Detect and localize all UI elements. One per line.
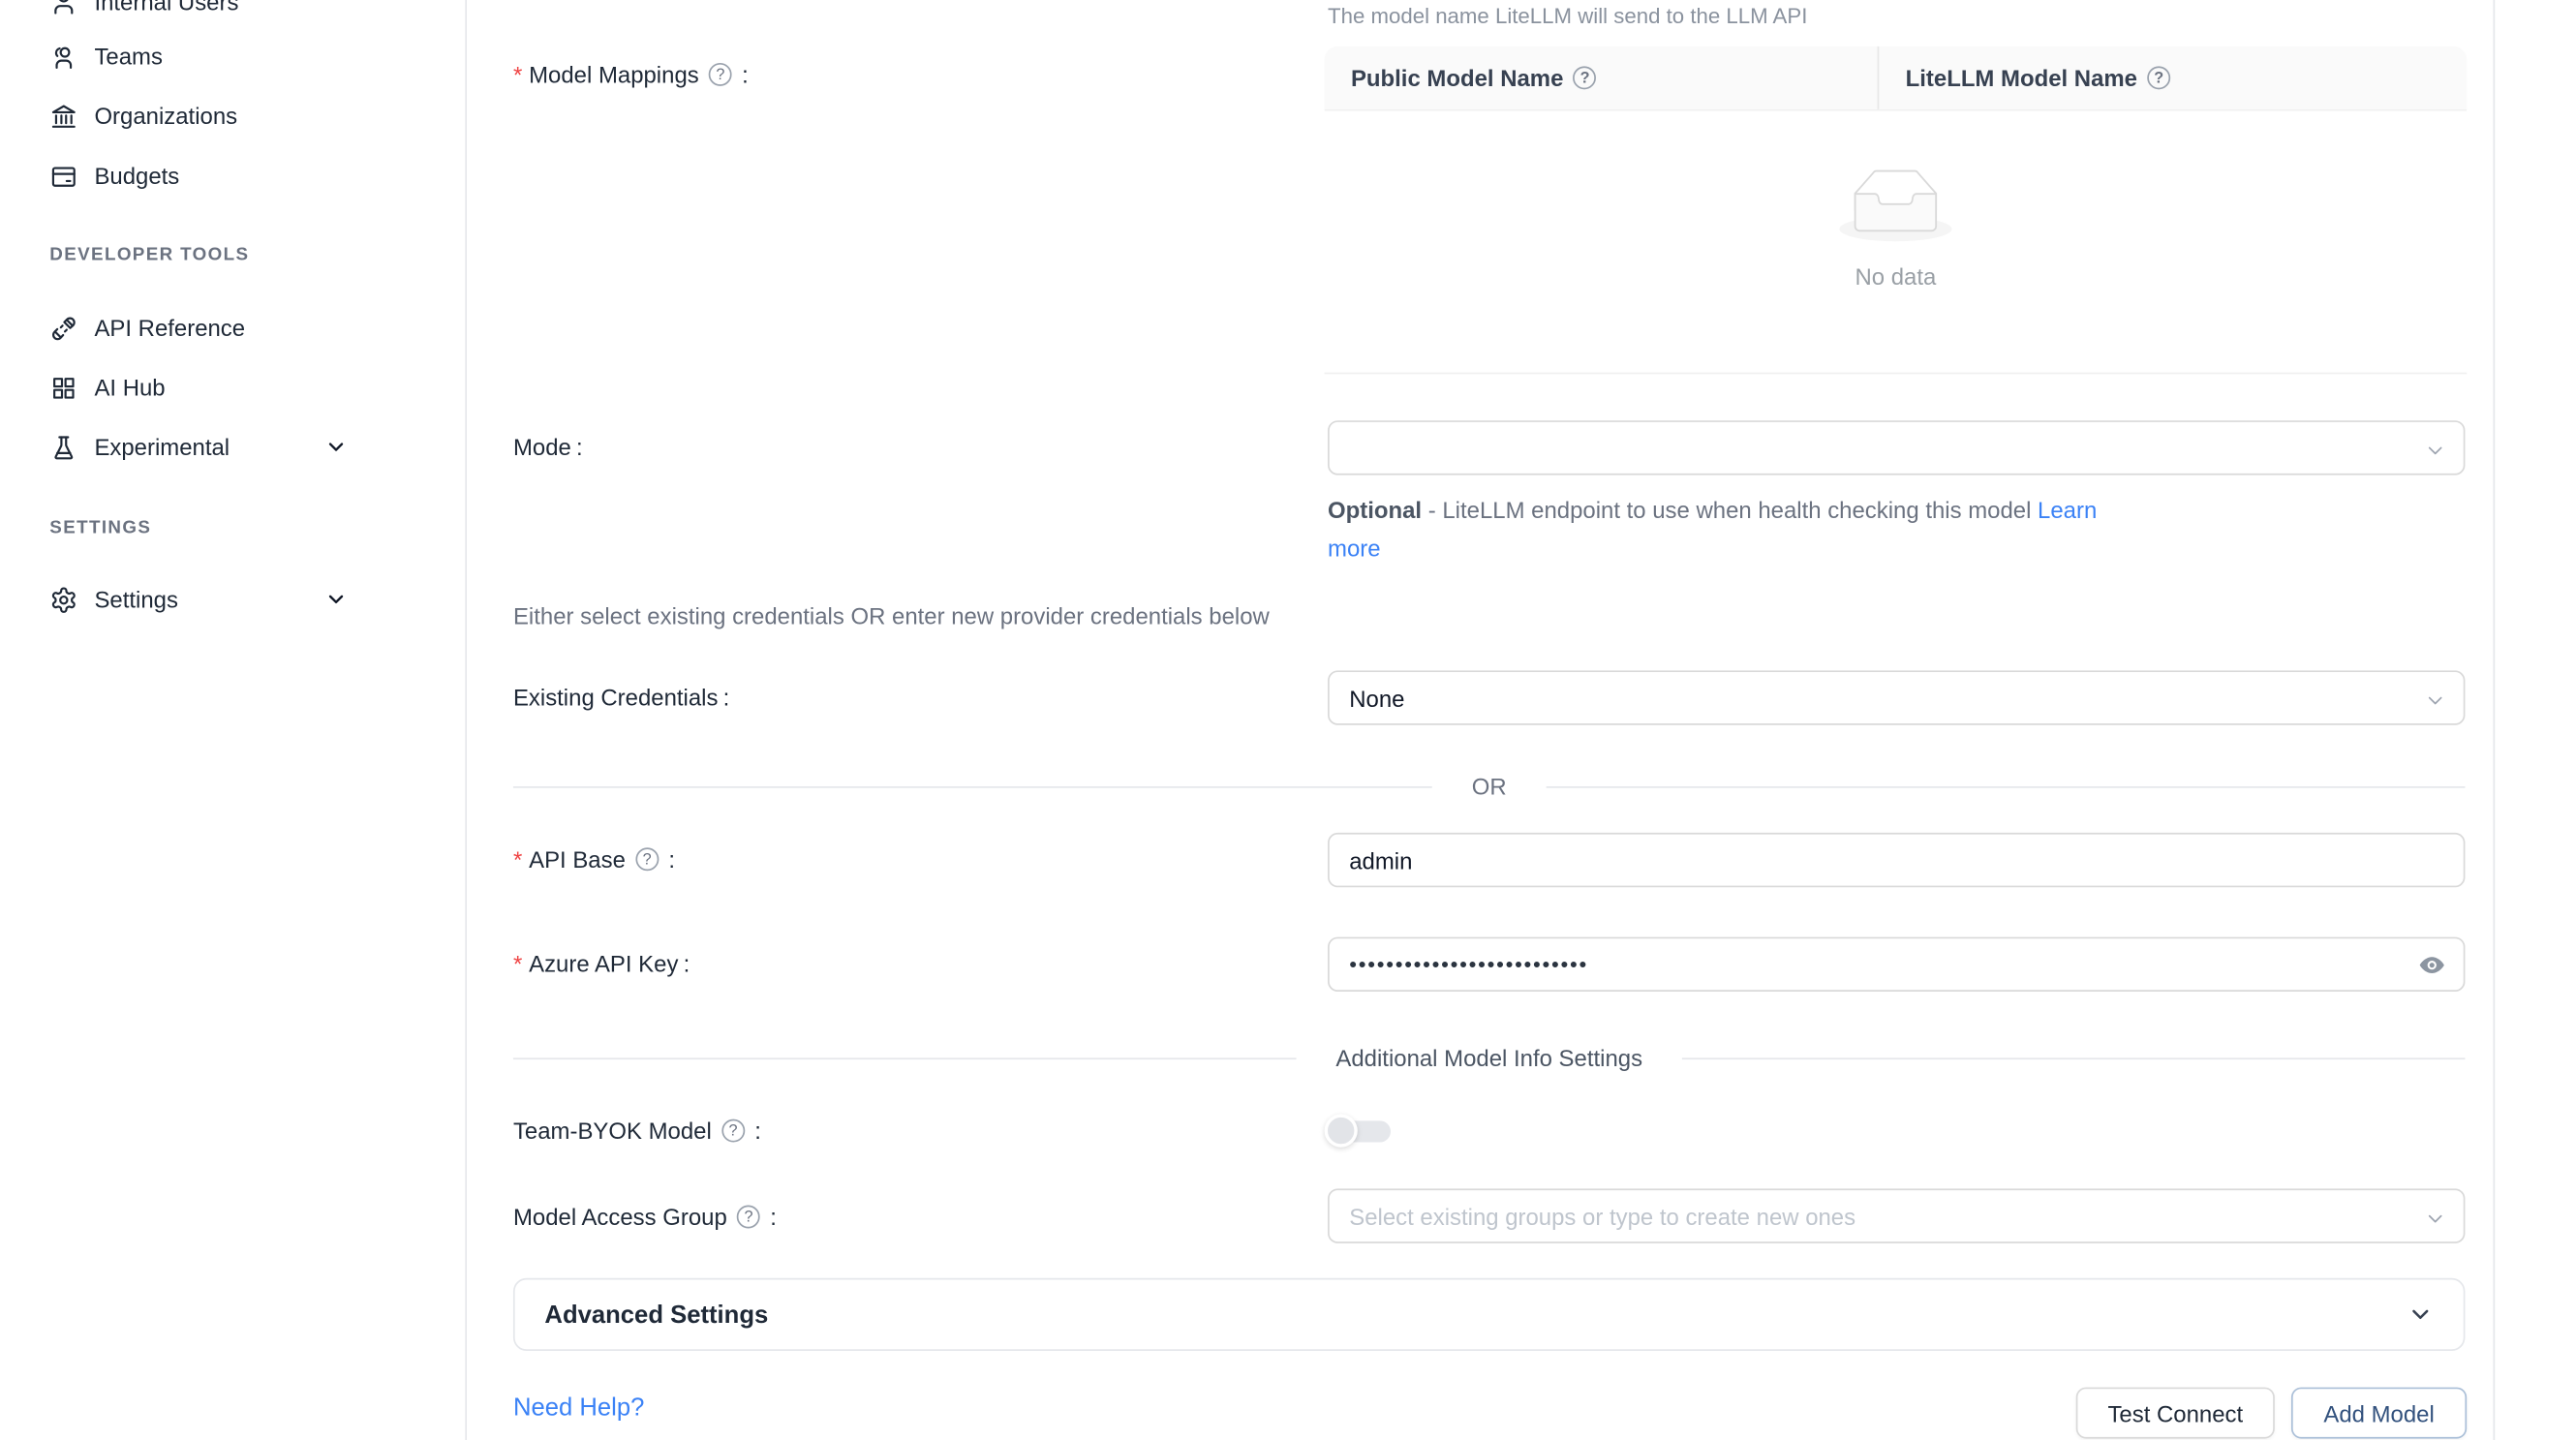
help-icon: ? xyxy=(635,847,659,871)
api-plug-icon xyxy=(49,314,77,342)
chevron-down-icon xyxy=(324,588,348,611)
existing-credentials-select[interactable]: None xyxy=(1328,670,2465,724)
test-connect-button[interactable]: Test Connect xyxy=(2076,1388,2275,1439)
help-icon: ? xyxy=(737,1206,760,1229)
sidebar-section-settings: SETTINGS xyxy=(49,518,151,538)
chevron-down-icon xyxy=(2425,1206,2445,1226)
model-name-help-text: The model name LiteLLM will send to the … xyxy=(1328,3,1807,28)
sidebar-item-api-reference[interactable]: API Reference xyxy=(14,303,438,352)
required-asterisk: * xyxy=(513,61,522,87)
grid-icon xyxy=(49,373,77,401)
gear-icon xyxy=(49,585,77,613)
required-asterisk: * xyxy=(513,846,522,873)
sidebar-item-ai-hub[interactable]: AI Hub xyxy=(14,362,438,412)
chevron-down-icon xyxy=(324,436,348,459)
add-model-button[interactable]: Add Model xyxy=(2291,1388,2467,1439)
existing-credentials-label: Existing Credentials : xyxy=(513,679,729,716)
help-icon: ? xyxy=(709,63,732,86)
sidebar-item-label: Organizations xyxy=(94,103,237,129)
empty-inbox-icon xyxy=(1839,169,1951,241)
help-icon: ? xyxy=(721,1119,745,1143)
user-icon xyxy=(49,0,77,15)
advanced-settings-title: Advanced Settings xyxy=(544,1301,768,1329)
app: Internal Users Teams Organizations Budge… xyxy=(0,0,2576,1440)
add-model-form: The model name LiteLLM will send to the … xyxy=(467,0,2495,1440)
chevron-down-icon xyxy=(2407,1302,2434,1328)
api-base-input[interactable]: admin xyxy=(1328,833,2465,887)
azure-api-key-input[interactable]: •••••••••••••••••••••••••• xyxy=(1328,937,2465,992)
table-header-row: Public Model Name ? LiteLLM Model Name ? xyxy=(1325,46,2468,111)
table-header-public-model-name: Public Model Name ? xyxy=(1325,46,1880,109)
sidebar-item-label: API Reference xyxy=(94,315,245,341)
sidebar-item-budgets[interactable]: Budgets xyxy=(14,151,438,200)
sidebar-item-label: Settings xyxy=(94,586,177,612)
sidebar-item-teams[interactable]: Teams xyxy=(14,31,438,80)
team-byok-toggle[interactable] xyxy=(1325,1115,1391,1148)
empty-state: No data xyxy=(1325,169,2468,290)
flask-icon xyxy=(49,433,77,461)
eye-icon[interactable] xyxy=(2417,949,2447,979)
no-data-text: No data xyxy=(1325,263,2468,290)
sidebar-item-label: Experimental xyxy=(94,434,230,460)
sidebar: Internal Users Teams Organizations Budge… xyxy=(0,0,467,1440)
sidebar-item-label: AI Hub xyxy=(94,374,165,400)
credit-card-icon xyxy=(49,162,77,190)
model-access-group-select[interactable]: Select existing groups or type to create… xyxy=(1328,1188,2465,1242)
masked-api-key: •••••••••••••••••••••••••• xyxy=(1349,952,1588,977)
sidebar-item-settings[interactable]: Settings xyxy=(14,574,438,624)
chevron-down-icon xyxy=(2425,438,2445,458)
team-byok-label: Team-BYOK Model ? : xyxy=(513,1113,761,1149)
mode-label: Mode : xyxy=(513,429,583,466)
advanced-settings-panel[interactable]: Advanced Settings xyxy=(513,1278,2466,1351)
sidebar-item-label: Internal Users xyxy=(94,0,238,15)
model-mappings-label: * Model Mappings ? : xyxy=(513,56,749,93)
need-help-link[interactable]: Need Help? xyxy=(513,1394,644,1422)
mode-help-text: Optional - LiteLLM endpoint to use when … xyxy=(1328,492,2119,568)
sidebar-item-internal-users[interactable]: Internal Users xyxy=(14,0,438,26)
sidebar-item-organizations[interactable]: Organizations xyxy=(14,91,438,140)
sidebar-item-experimental[interactable]: Experimental xyxy=(14,422,438,472)
bank-icon xyxy=(49,102,77,130)
mode-select[interactable] xyxy=(1328,420,2465,475)
required-asterisk: * xyxy=(513,950,522,976)
table-header-litellm-model-name: LiteLLM Model Name ? xyxy=(1879,46,2205,109)
credentials-note: Either select existing credentials OR en… xyxy=(513,602,1270,628)
select-placeholder: Select existing groups or type to create… xyxy=(1349,1203,1855,1229)
or-divider: OR xyxy=(513,768,2466,805)
help-icon: ? xyxy=(1574,66,1597,89)
model-access-group-label: Model Access Group ? : xyxy=(513,1199,777,1236)
additional-info-divider: Additional Model Info Settings xyxy=(513,1040,2466,1077)
sidebar-item-label: Budgets xyxy=(94,163,179,189)
sidebar-item-label: Teams xyxy=(94,43,162,69)
help-icon: ? xyxy=(2147,66,2170,89)
sidebar-section-developer-tools: DEVELOPER TOOLS xyxy=(49,245,249,265)
api-base-label: * API Base ? : xyxy=(513,841,675,877)
azure-api-key-label: * Azure API Key : xyxy=(513,945,690,982)
users-icon xyxy=(49,43,77,71)
chevron-down-icon xyxy=(2425,688,2445,708)
model-mappings-table: Public Model Name ? LiteLLM Model Name ?… xyxy=(1325,46,2468,374)
